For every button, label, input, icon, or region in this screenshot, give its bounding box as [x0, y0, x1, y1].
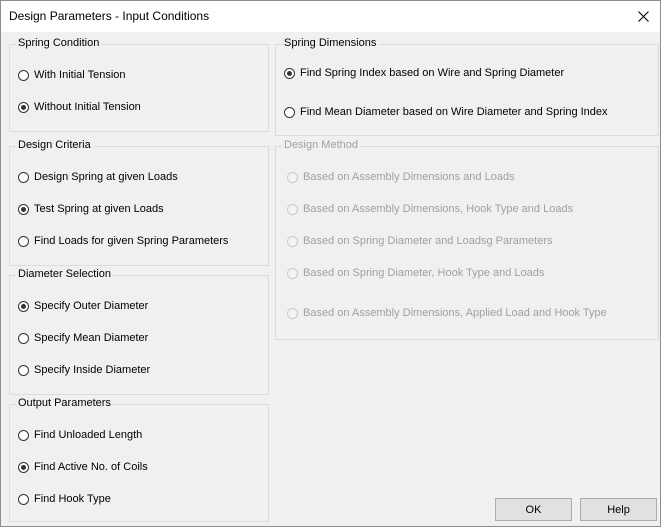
radio-design-spring-at-given-loads[interactable]: Design Spring at given Loads	[18, 171, 178, 183]
radio-indicator	[18, 69, 29, 81]
radio-based-on-assembly-dimensions-applied-load-hook-type[interactable]: Based on Assembly Dimensions, Applied Lo…	[287, 307, 607, 319]
radio-label: Based on Spring Diameter and Loadsg Para…	[303, 235, 553, 247]
radio-label: Without Initial Tension	[34, 101, 141, 113]
design-method-group: Design Method Based on Assembly Dimensio…	[275, 139, 659, 340]
radio-find-loads[interactable]: Find Loads for given Spring Parameters	[18, 235, 228, 247]
window-title: Design Parameters - Input Conditions	[9, 9, 210, 23]
radio-label: With Initial Tension	[34, 69, 126, 81]
radio-label: Find Loads for given Spring Parameters	[34, 235, 229, 247]
radio-indicator	[18, 429, 29, 441]
radio-label: Specify Inside Diameter	[34, 364, 151, 376]
close-button[interactable]	[626, 1, 660, 32]
radio-indicator	[287, 307, 298, 319]
title-bar: Design Parameters - Input Conditions	[1, 1, 660, 32]
spring-dimensions-label: Spring Dimensions	[282, 37, 379, 49]
radio-label: Specify Outer Diameter	[34, 300, 149, 312]
radio-indicator	[18, 364, 29, 376]
radio-based-on-assembly-dimensions-hook-type-loads[interactable]: Based on Assembly Dimensions, Hook Type …	[287, 203, 573, 215]
radio-without-initial-tension[interactable]: Without Initial Tension	[18, 101, 141, 113]
radio-test-spring-at-given-loads[interactable]: Test Spring at given Loads	[18, 203, 164, 215]
radio-find-hook-type[interactable]: Find Hook Type	[18, 493, 111, 505]
design-method-label: Design Method	[282, 139, 360, 151]
design-criteria-label: Design Criteria	[16, 139, 93, 151]
radio-specify-inside-diameter[interactable]: Specify Inside Diameter	[18, 364, 150, 376]
radio-indicator	[284, 106, 295, 118]
close-icon	[637, 11, 649, 22]
radio-based-on-assembly-dimensions-and-loads[interactable]: Based on Assembly Dimensions and Loads	[287, 171, 515, 183]
radio-label: Design Spring at given Loads	[34, 171, 178, 183]
design-criteria-group: Design Criteria Design Spring at given L…	[9, 139, 269, 266]
ok-button[interactable]: OK	[495, 498, 572, 521]
radio-indicator	[18, 203, 29, 215]
radio-indicator	[18, 171, 29, 183]
radio-label: Based on Spring Diameter, Hook Type and …	[303, 267, 545, 279]
radio-indicator	[287, 267, 298, 279]
diameter-selection-group: Diameter Selection Specify Outer Diamete…	[9, 268, 269, 395]
radio-indicator	[18, 332, 29, 344]
radio-label: Specify Mean Diameter	[34, 332, 149, 344]
radio-indicator	[284, 67, 295, 79]
radio-indicator	[18, 235, 29, 247]
radio-find-unloaded-length[interactable]: Find Unloaded Length	[18, 429, 142, 441]
radio-indicator	[287, 235, 298, 247]
radio-indicator	[287, 203, 298, 215]
radio-label: Find Spring Index based on Wire and Spri…	[300, 67, 565, 79]
radio-indicator	[18, 300, 29, 312]
spring-condition-label: Spring Condition	[16, 37, 102, 49]
radio-find-spring-index[interactable]: Find Spring Index based on Wire and Spri…	[284, 67, 564, 79]
radio-specify-outer-diameter[interactable]: Specify Outer Diameter	[18, 300, 148, 312]
radio-label: Find Hook Type	[34, 493, 111, 505]
radio-indicator	[18, 461, 29, 473]
radio-indicator	[18, 493, 29, 505]
radio-label: Find Mean Diameter based on Wire Diamete…	[300, 106, 608, 118]
radio-indicator	[287, 171, 298, 183]
radio-label: Find Unloaded Length	[34, 429, 143, 441]
radio-based-on-spring-diameter-hook-type-loads[interactable]: Based on Spring Diameter, Hook Type and …	[287, 267, 544, 279]
dialog-window: Design Parameters - Input Conditions Spr…	[0, 0, 661, 527]
radio-label: Based on Assembly Dimensions, Applied Lo…	[303, 307, 607, 319]
radio-find-active-coils[interactable]: Find Active No. of Coils	[18, 461, 148, 473]
radio-label: Find Active No. of Coils	[34, 461, 148, 473]
radio-with-initial-tension[interactable]: With Initial Tension	[18, 69, 126, 81]
help-button[interactable]: Help	[580, 498, 657, 521]
radio-label: Test Spring at given Loads	[34, 203, 164, 215]
radio-indicator	[18, 101, 29, 113]
radio-label: Based on Assembly Dimensions and Loads	[303, 171, 515, 183]
spring-dimensions-group: Spring Dimensions Find Spring Index base…	[275, 37, 659, 136]
spring-condition-group: Spring Condition With Initial Tension Wi…	[9, 37, 269, 132]
radio-specify-mean-diameter[interactable]: Specify Mean Diameter	[18, 332, 148, 344]
radio-label: Based on Assembly Dimensions, Hook Type …	[303, 203, 574, 215]
radio-based-on-spring-diameter-and-loads[interactable]: Based on Spring Diameter and Loadsg Para…	[287, 235, 552, 247]
output-parameters-group: Output Parameters Find Unloaded Length F…	[9, 397, 269, 522]
radio-find-mean-diameter[interactable]: Find Mean Diameter based on Wire Diamete…	[284, 106, 608, 118]
diameter-selection-label: Diameter Selection	[16, 268, 113, 280]
output-parameters-label: Output Parameters	[16, 397, 113, 409]
